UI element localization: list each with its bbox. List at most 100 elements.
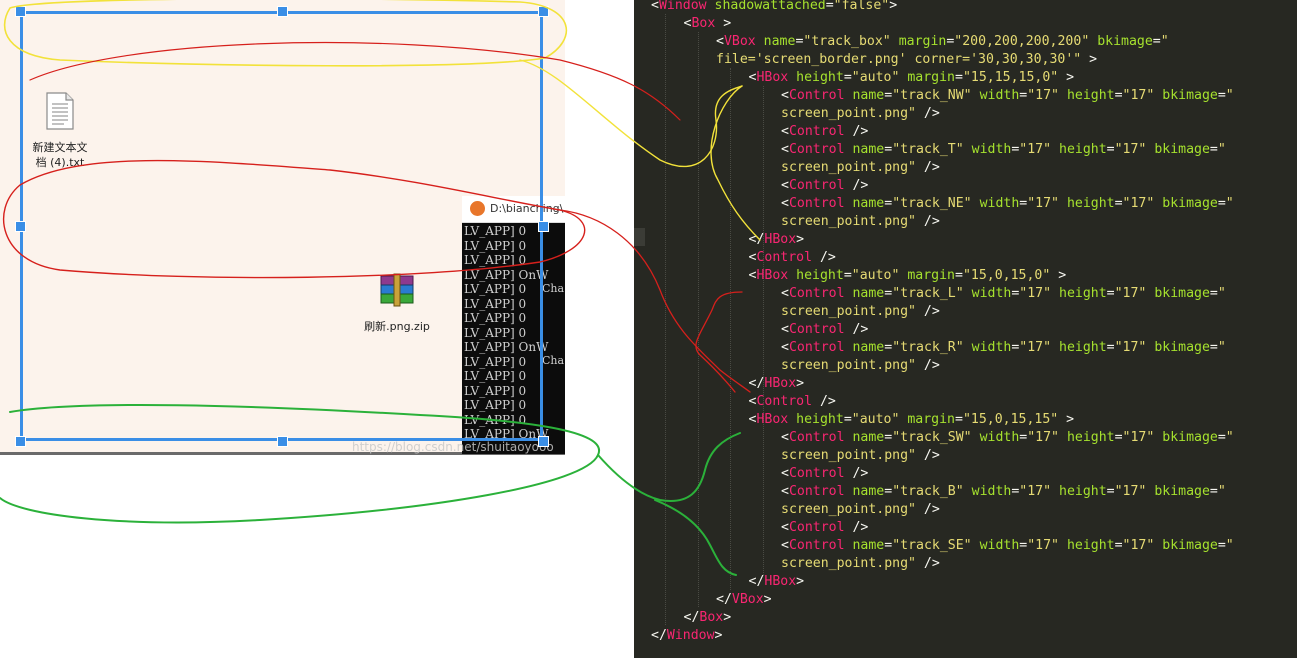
- current-line-marker: [634, 228, 645, 246]
- code-punctuation: [964, 484, 972, 499]
- code-string: ": [1217, 484, 1226, 499]
- code-punctuation: </: [748, 574, 765, 589]
- code-attribute: height: [1066, 196, 1115, 211]
- code-punctuation: =: [955, 268, 963, 283]
- indent-guide: [697, 32, 699, 607]
- code-punctuation: =: [1209, 484, 1218, 499]
- resize-handle-nw[interactable]: [15, 6, 26, 17]
- code-line: file='screen_border.png' corner='30,30,3…: [716, 51, 1097, 69]
- code-attribute: bkimage: [1154, 340, 1210, 355]
- code-attribute: width: [971, 340, 1012, 355]
- code-punctuation: >: [723, 610, 732, 625]
- code-punctuation: <: [651, 0, 659, 13]
- code-tag-name: Box: [691, 16, 716, 31]
- code-editor[interactable]: <Window shadowattached="false"> <Box > <VB…: [634, 0, 1297, 658]
- resize-handle-ne[interactable]: [538, 6, 549, 17]
- code-punctuation: =: [884, 196, 893, 211]
- code-string: screen_point.png": [781, 304, 916, 319]
- code-string: ": [1225, 430, 1234, 445]
- code-punctuation: =: [884, 286, 893, 301]
- code-string: ": [1225, 538, 1234, 553]
- code-string: "track_NW": [892, 88, 972, 103]
- code-punctuation: [972, 88, 980, 103]
- code-attribute: bkimage: [1154, 286, 1210, 301]
- code-line: <Control />: [781, 123, 868, 141]
- code-line: <Control name="track_SE" width="17" heig…: [781, 537, 1234, 555]
- resize-handle-sw[interactable]: [15, 436, 26, 447]
- code-punctuation: [756, 34, 764, 49]
- code-string: "17": [1114, 286, 1147, 301]
- code-tag-name: HBox: [764, 232, 797, 247]
- code-punctuation: [1059, 538, 1067, 553]
- code-string: "17": [1114, 340, 1147, 355]
- code-attribute: bkimage: [1162, 430, 1218, 445]
- resize-handle-e[interactable]: [538, 221, 549, 232]
- code-punctuation: [788, 70, 796, 85]
- code-punctuation: />: [844, 466, 869, 481]
- code-attribute: name: [852, 340, 885, 355]
- code-string: screen_point.png": [781, 556, 916, 571]
- code-punctuation: [972, 430, 980, 445]
- code-attribute: height: [1059, 484, 1107, 499]
- code-string: "track_box": [803, 34, 891, 49]
- code-punctuation: />: [844, 322, 869, 337]
- code-string: "17": [1114, 142, 1147, 157]
- resize-handle-n[interactable]: [277, 6, 288, 17]
- code-string: ": [1225, 88, 1234, 103]
- code-punctuation: <: [781, 88, 789, 103]
- code-punctuation: </: [651, 628, 667, 643]
- code-punctuation: =: [1106, 484, 1115, 499]
- code-attribute: name: [852, 430, 885, 445]
- code-string: ": [1160, 34, 1169, 49]
- code-string: "false": [833, 0, 890, 13]
- code-punctuation: >: [1050, 268, 1067, 283]
- code-punctuation: />: [915, 304, 940, 319]
- console-side-text: Cha: [542, 354, 565, 367]
- code-line: </HBox>: [749, 231, 805, 249]
- code-string: ": [1217, 142, 1226, 157]
- code-tag-name: Control: [756, 250, 813, 265]
- resize-handle-s[interactable]: [277, 436, 288, 447]
- indent-guide: [665, 14, 667, 625]
- code-string: "17": [1027, 88, 1059, 103]
- code-string: "17": [1019, 142, 1052, 157]
- code-punctuation: >: [1058, 412, 1075, 427]
- code-punctuation: [964, 286, 972, 301]
- code-punctuation: />: [844, 520, 869, 535]
- code-punctuation: >: [796, 232, 805, 247]
- resize-handle-w[interactable]: [15, 221, 26, 232]
- code-punctuation: <: [781, 142, 789, 157]
- code-attribute: margin: [907, 70, 955, 85]
- code-tag-name: Control: [788, 88, 845, 103]
- code-attribute: bkimage: [1154, 142, 1210, 157]
- code-punctuation: =: [884, 340, 893, 355]
- code-punctuation: =: [1114, 196, 1123, 211]
- code-attribute: width: [979, 538, 1020, 553]
- code-tag-name: HBox: [764, 574, 797, 589]
- code-attribute: height: [796, 70, 844, 85]
- code-attribute: margin: [898, 34, 947, 49]
- code-punctuation: <: [781, 538, 789, 553]
- code-punctuation: =: [884, 538, 893, 553]
- code-line: <Window shadowattached="false">: [651, 0, 897, 15]
- code-string: "17": [1019, 484, 1052, 499]
- code-attribute: width: [979, 196, 1020, 211]
- code-string: "17": [1019, 340, 1052, 355]
- code-punctuation: />: [915, 160, 940, 175]
- code-attribute: height: [796, 412, 844, 427]
- code-line: screen_point.png" />: [781, 159, 940, 177]
- code-punctuation: =: [884, 88, 893, 103]
- code-attribute: bkimage: [1162, 196, 1218, 211]
- code-punctuation: />: [812, 250, 836, 265]
- code-string: "15,15,15,0": [962, 70, 1059, 85]
- resize-handle-se[interactable]: [538, 436, 549, 447]
- selection-frame[interactable]: [20, 11, 543, 441]
- code-tag-name: Control: [788, 484, 845, 499]
- console-side-text: Cha: [542, 282, 565, 295]
- code-punctuation: =: [1209, 142, 1218, 157]
- code-string: "17": [1027, 430, 1059, 445]
- code-tag-name: HBox: [756, 70, 789, 85]
- code-punctuation: =: [1217, 430, 1226, 445]
- code-string: "auto": [851, 268, 900, 283]
- code-punctuation: =: [825, 0, 834, 13]
